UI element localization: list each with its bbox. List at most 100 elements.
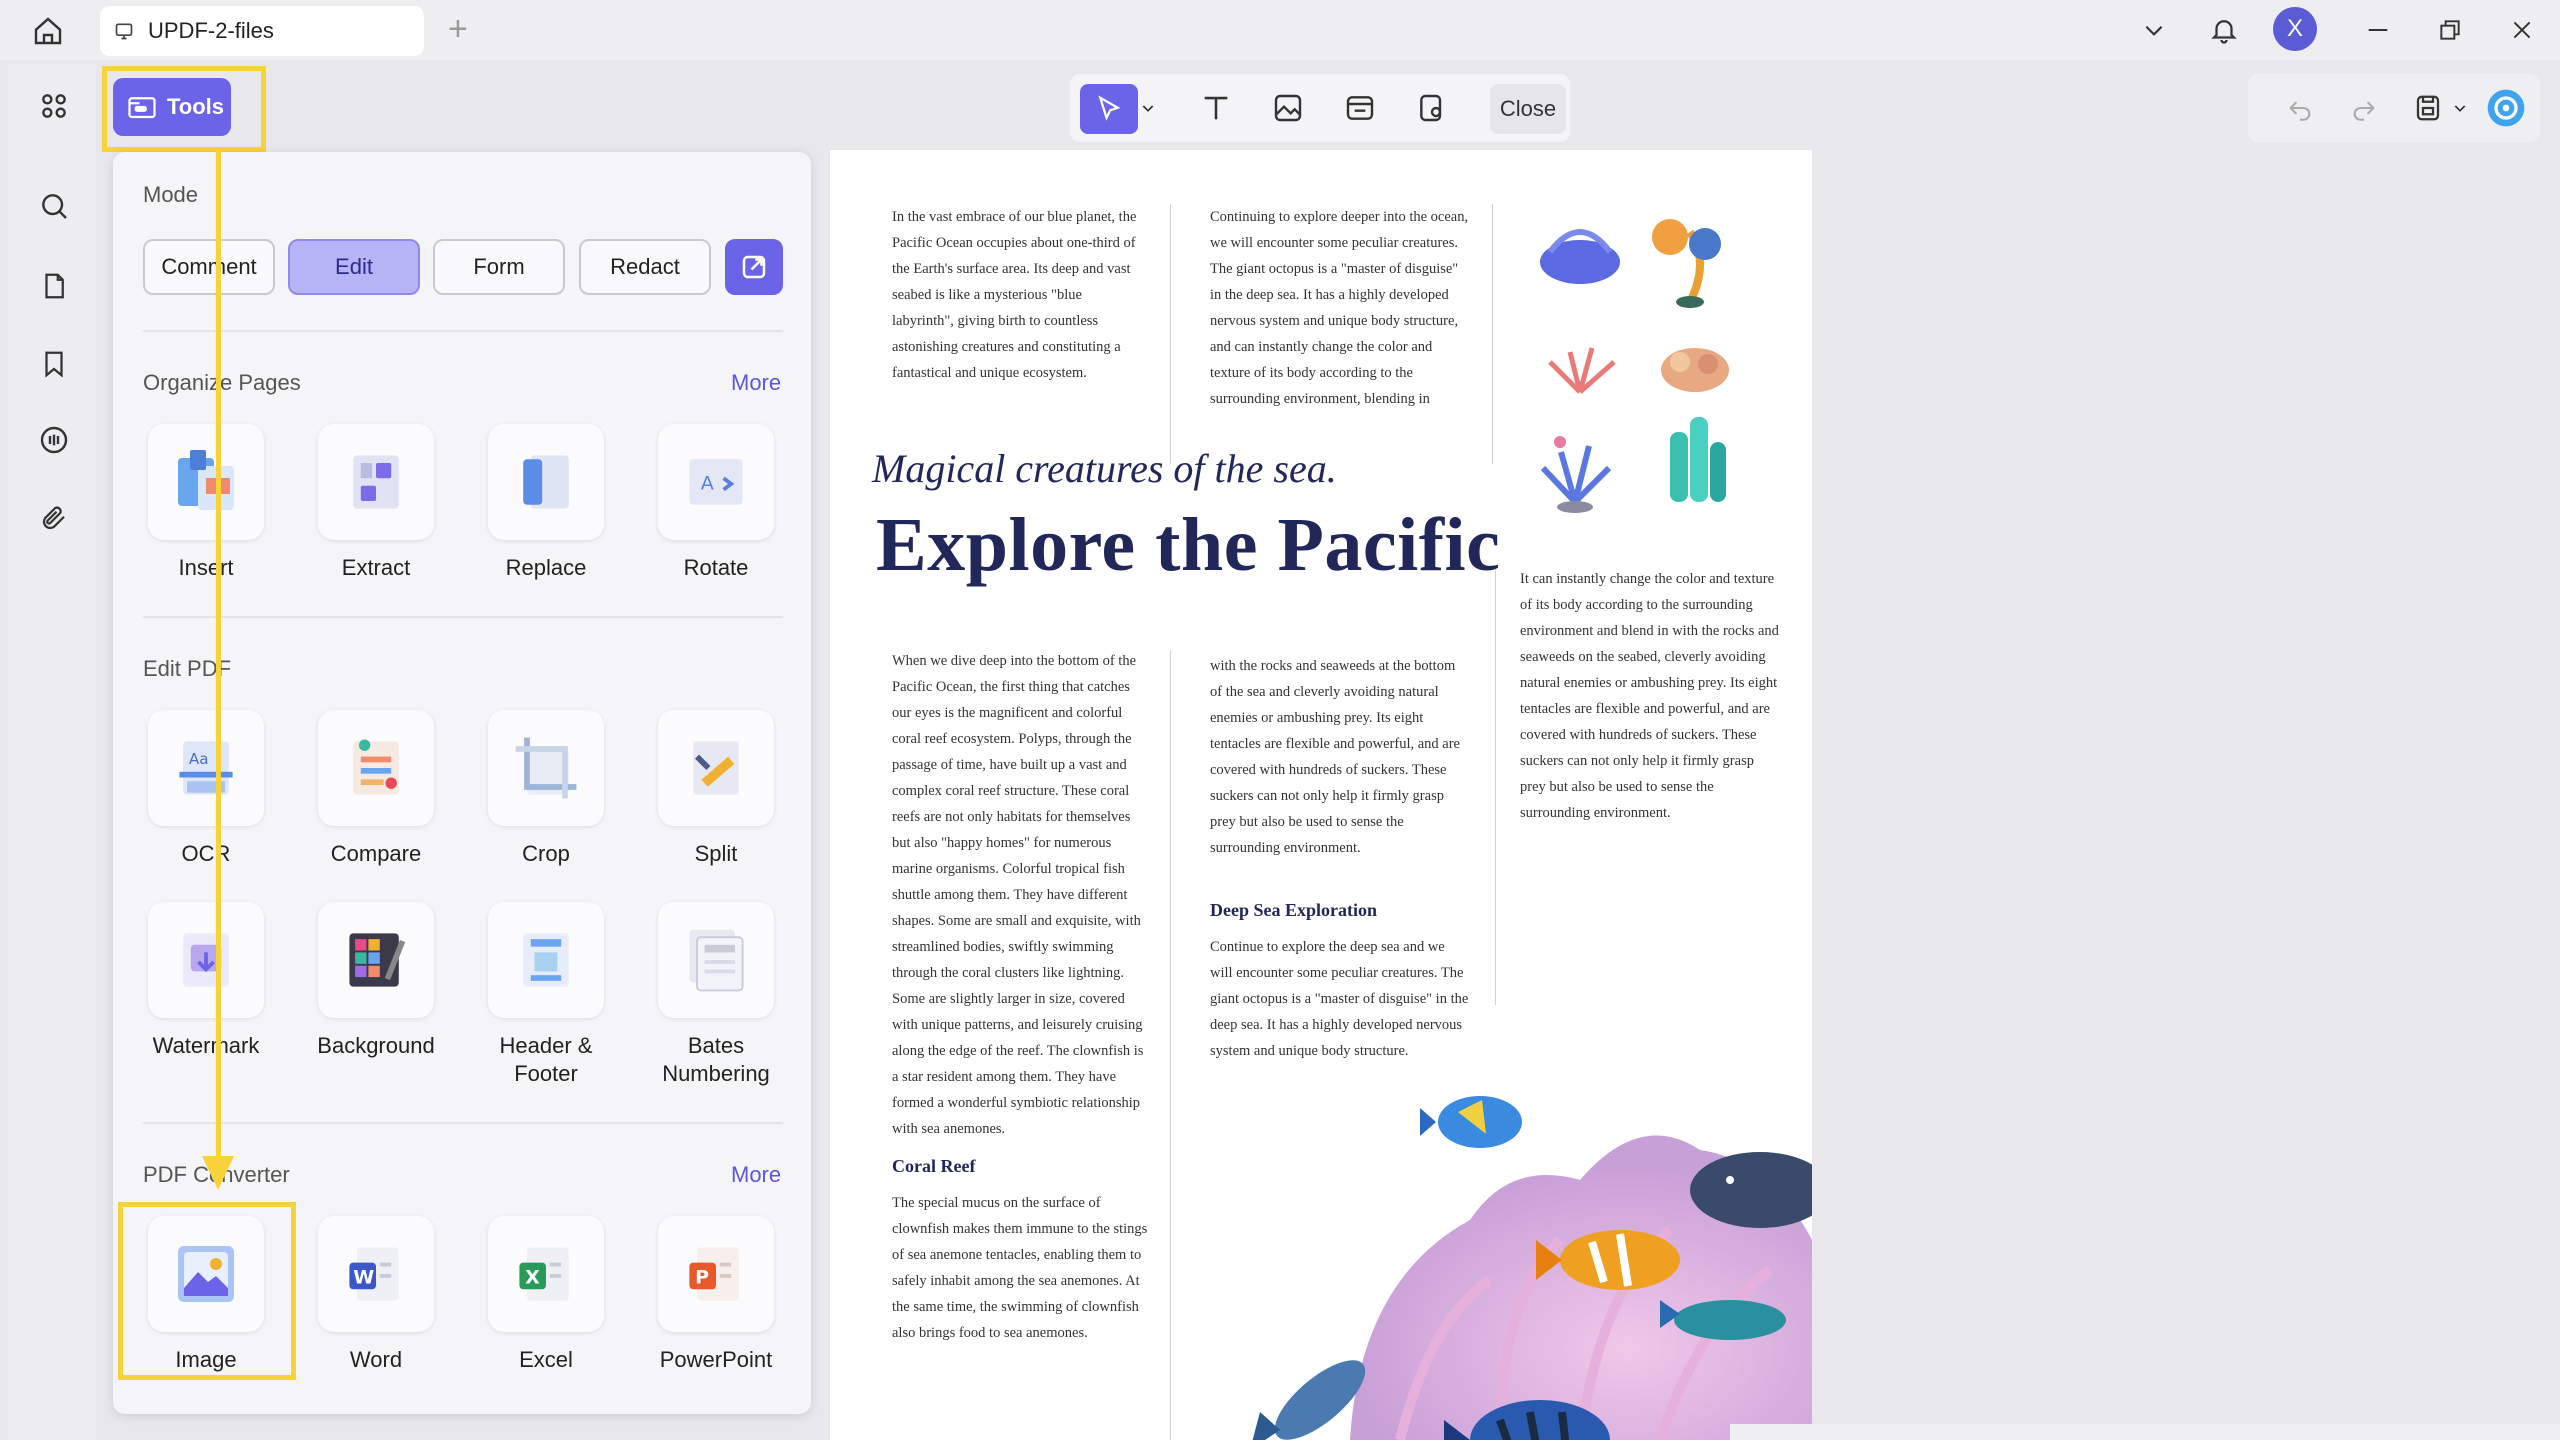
tool-label: Header & Footer	[499, 1033, 593, 1086]
annotation-arrow-head	[202, 1156, 234, 1190]
mode-redact-button[interactable]: Redact	[579, 239, 711, 295]
chevron-down-icon[interactable]	[1136, 88, 1160, 128]
svg-text:W: W	[353, 1267, 374, 1289]
save-icon[interactable]	[2408, 88, 2448, 128]
replace-icon	[488, 424, 604, 540]
new-tab-button[interactable]: +	[448, 12, 468, 46]
tool-word[interactable]: W Word	[296, 1216, 456, 1374]
coral-reef-heading: Coral Reef	[892, 1156, 976, 1176]
image-highlight	[118, 1202, 296, 1380]
doc-title: Explore the Pacific	[876, 503, 1501, 587]
tool-label: PowerPoint	[659, 1347, 773, 1372]
tool-label: Rotate	[683, 555, 749, 580]
excel-icon: X	[488, 1216, 604, 1332]
watermark-icon	[148, 902, 264, 1018]
column-divider	[1492, 204, 1493, 464]
select-tool-button[interactable]	[1080, 84, 1138, 134]
extract-icon	[318, 424, 434, 540]
annotation-arrow	[216, 150, 221, 1160]
tool-split[interactable]: Split	[636, 710, 796, 868]
mode-edit-button[interactable]: Edit	[288, 239, 420, 295]
tool-background[interactable]: Background	[296, 902, 456, 1060]
tool-replace[interactable]: Replace	[466, 424, 626, 582]
header-footer-icon	[488, 902, 604, 1018]
tool-bates-numbering[interactable]: Bates Numbering	[636, 902, 796, 1088]
tool-label: Background	[317, 1033, 435, 1058]
tool-label: Excel	[519, 1347, 573, 1372]
bookmark-icon[interactable]	[36, 346, 72, 382]
crop-icon	[488, 710, 604, 826]
tool-watermark[interactable]: Watermark	[126, 902, 286, 1060]
close-icon[interactable]	[2502, 12, 2542, 48]
divider	[143, 1122, 783, 1124]
coral-ecosystem-paragraph: When we dive deep into the bottom of the…	[892, 653, 1144, 1137]
svg-text:Aa: Aa	[189, 750, 209, 768]
pointer-icon	[1098, 95, 1121, 121]
mode-form-button[interactable]: Form	[433, 239, 565, 295]
intro-paragraph: In the vast embrace of our blue planet, …	[892, 209, 1137, 381]
coral-illustration	[1540, 219, 1729, 513]
column-divider	[1170, 204, 1171, 464]
minimize-icon[interactable]	[2358, 12, 2398, 48]
link-tool-icon[interactable]	[1340, 88, 1380, 128]
restore-icon[interactable]	[2430, 12, 2470, 48]
tool-extract[interactable]: Extract	[296, 424, 456, 582]
status-bar	[1730, 1424, 2560, 1440]
close-button[interactable]: Close	[1490, 84, 1566, 134]
tool-label: OCR	[181, 841, 231, 866]
tool-compare[interactable]: Compare	[296, 710, 456, 868]
split-icon	[658, 710, 774, 826]
comment-icon[interactable]	[36, 422, 72, 458]
home-icon[interactable]	[30, 14, 66, 48]
image-tool-icon[interactable]	[1268, 88, 1308, 128]
search-icon[interactable]	[36, 188, 72, 224]
text-tool-icon[interactable]	[1196, 88, 1236, 128]
tentacles-paragraph: with the rocks and seaweeds at the botto…	[1210, 658, 1460, 856]
pages-icon[interactable]	[36, 268, 72, 304]
tool-label: Extract	[341, 555, 411, 580]
avatar[interactable]: X	[2273, 7, 2317, 51]
document-tab[interactable]: UPDF-2-files	[100, 6, 424, 56]
deep-sea-heading: Deep Sea Exploration	[1210, 900, 1378, 920]
grid-icon[interactable]	[36, 88, 72, 124]
tool-label: Watermark	[152, 1033, 260, 1058]
tool-insert[interactable]: Insert	[126, 424, 286, 582]
reef-illustration	[1252, 1096, 1812, 1440]
tool-label: Crop	[522, 841, 570, 866]
tool-ocr[interactable]: Aa OCR	[126, 710, 286, 868]
pdf-page[interactable]: In the vast embrace of our blue planet, …	[830, 150, 1812, 1440]
svg-text:P: P	[695, 1267, 709, 1289]
tool-label: Split	[694, 841, 738, 866]
tool-excel[interactable]: X Excel	[466, 1216, 626, 1374]
tool-label: Insert	[178, 555, 234, 580]
mode-comment-button[interactable]: Comment	[143, 239, 275, 295]
tool-label: Replace	[505, 555, 587, 580]
octopus-paragraph: It can instantly change the color and te…	[1520, 571, 1779, 821]
chevron-down-icon[interactable]	[2448, 88, 2472, 128]
stamp-tool-icon[interactable]	[1412, 88, 1452, 128]
undo-icon[interactable]	[2280, 88, 2320, 128]
external-link-icon	[742, 255, 766, 279]
svg-text:A: A	[701, 473, 714, 495]
mode-label: Mode	[143, 182, 199, 207]
divider	[143, 330, 783, 332]
ai-assistant-icon[interactable]	[2486, 88, 2526, 128]
open-external-button[interactable]	[725, 239, 783, 295]
bell-icon[interactable]	[2204, 10, 2244, 50]
edit-toolbar: Close	[1070, 74, 1570, 142]
chevron-down-icon[interactable]	[2136, 12, 2172, 48]
redo-icon[interactable]	[2344, 88, 2384, 128]
tool-rotate[interactable]: A Rotate	[636, 424, 796, 582]
organize-more-link[interactable]: More	[731, 370, 781, 396]
doc-subtitle: Magical creatures of the sea.	[872, 446, 1337, 491]
tool-header-footer[interactable]: Header & Footer	[466, 902, 626, 1088]
tab-title: UPDF-2-files	[148, 18, 274, 43]
tool-powerpoint[interactable]: P PowerPoint	[636, 1216, 796, 1374]
attachment-icon[interactable]	[36, 500, 72, 536]
insert-icon	[148, 424, 264, 540]
tool-crop[interactable]: Crop	[466, 710, 626, 868]
coral-reef-paragraph: The special mucus on the surface of clow…	[892, 1195, 1148, 1341]
svg-text:X: X	[525, 1267, 540, 1289]
converter-more-link[interactable]: More	[731, 1162, 781, 1188]
divider	[143, 616, 783, 618]
